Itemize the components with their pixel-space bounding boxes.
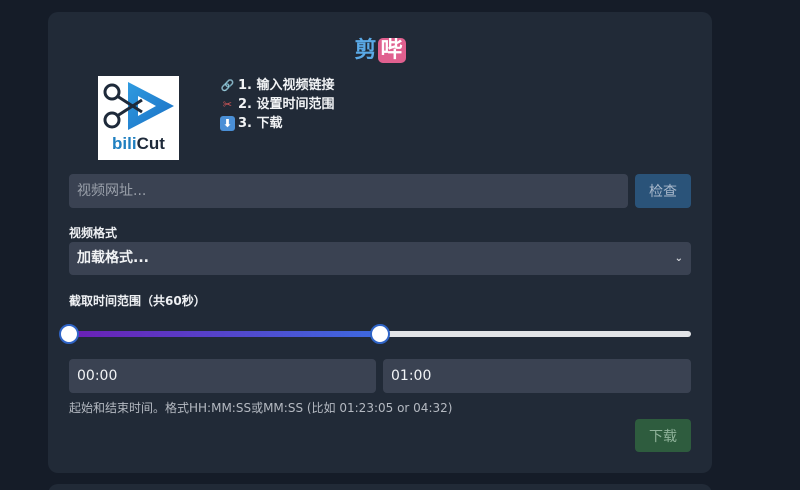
bilicut-logo: biliCut: [98, 76, 179, 160]
secondary-card: [48, 484, 712, 490]
logo-text: biliCut: [112, 134, 165, 153]
link-icon: 🔗: [220, 79, 235, 92]
video-url-input[interactable]: [69, 174, 628, 208]
down-arrow-icon: ⬇: [220, 116, 235, 131]
format-label: 视频格式: [69, 226, 118, 240]
step-item: ⬇ 3. 下载: [220, 114, 335, 133]
chevron-down-icon: ⌄: [674, 253, 683, 264]
steps-list: 🔗 1. 输入视频链接 ✂ 2. 设置时间范围 ⬇ 3. 下载: [220, 76, 335, 133]
main-card: 剪哔 biliCut 🔗 1. 输入视频链接 ✂ 2. 设置时间范围 ⬇ 3. …: [48, 12, 712, 473]
check-button[interactable]: 检查: [635, 174, 691, 208]
download-button[interactable]: 下载: [635, 419, 691, 452]
scissors-icon: ✂: [222, 98, 233, 111]
scissors-play-logo-icon: [103, 82, 174, 130]
format-select[interactable]: 加载格式... ⌄: [69, 242, 691, 275]
step-item: ✂ 2. 设置时间范围: [220, 95, 335, 114]
time-range-slider[interactable]: [59, 324, 691, 344]
start-time-input[interactable]: [69, 359, 376, 393]
app-title-part1: 剪: [354, 38, 377, 63]
slider-selected-range: [69, 331, 380, 337]
app-title-part2: 哔: [377, 38, 406, 63]
slider-end-handle[interactable]: [370, 324, 390, 344]
step-label: 2. 设置时间范围: [238, 97, 335, 112]
end-time-input[interactable]: [383, 359, 691, 393]
range-label: 截取时间范围（共60秒）: [69, 294, 206, 308]
app-title: 剪哔: [48, 32, 712, 64]
format-select-value: 加载格式...: [77, 250, 149, 266]
time-format-hint: 起始和结束时间。格式HH:MM:SS或MM:SS (比如 01:23:05 or…: [69, 401, 453, 415]
step-label: 1. 输入视频链接: [238, 78, 335, 93]
slider-start-handle[interactable]: [59, 324, 79, 344]
step-item: 🔗 1. 输入视频链接: [220, 76, 335, 95]
step-label: 3. 下载: [238, 116, 283, 131]
